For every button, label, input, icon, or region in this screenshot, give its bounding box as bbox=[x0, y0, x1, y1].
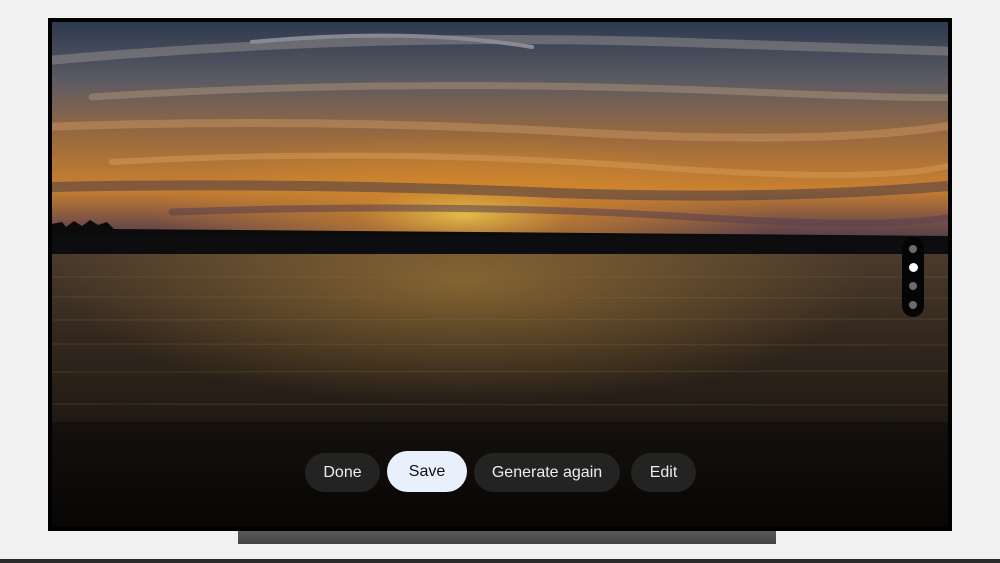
page-dot-1[interactable] bbox=[909, 245, 917, 253]
tv-stand bbox=[238, 531, 776, 544]
page-indicator bbox=[902, 237, 924, 317]
edit-button-label: Edit bbox=[649, 464, 678, 481]
edit-button[interactable]: Edit bbox=[631, 453, 696, 492]
tv-frame: Done Save Generate again Edit bbox=[48, 18, 952, 531]
done-button-label: Done bbox=[323, 464, 362, 481]
generate-again-button-label: Generate again bbox=[491, 464, 603, 481]
bottom-divider bbox=[0, 559, 1000, 563]
save-button[interactable]: Save bbox=[387, 451, 467, 492]
generate-again-button[interactable]: Generate again bbox=[474, 453, 620, 492]
done-button[interactable]: Done bbox=[305, 453, 380, 492]
tv-screen: Done Save Generate again Edit bbox=[52, 22, 948, 527]
action-bar: Done Save Generate again Edit bbox=[52, 449, 948, 493]
page-dot-3[interactable] bbox=[909, 282, 917, 290]
page-dot-2-active[interactable] bbox=[908, 263, 918, 272]
page-dot-4[interactable] bbox=[909, 301, 917, 309]
save-button-label: Save bbox=[408, 463, 446, 480]
